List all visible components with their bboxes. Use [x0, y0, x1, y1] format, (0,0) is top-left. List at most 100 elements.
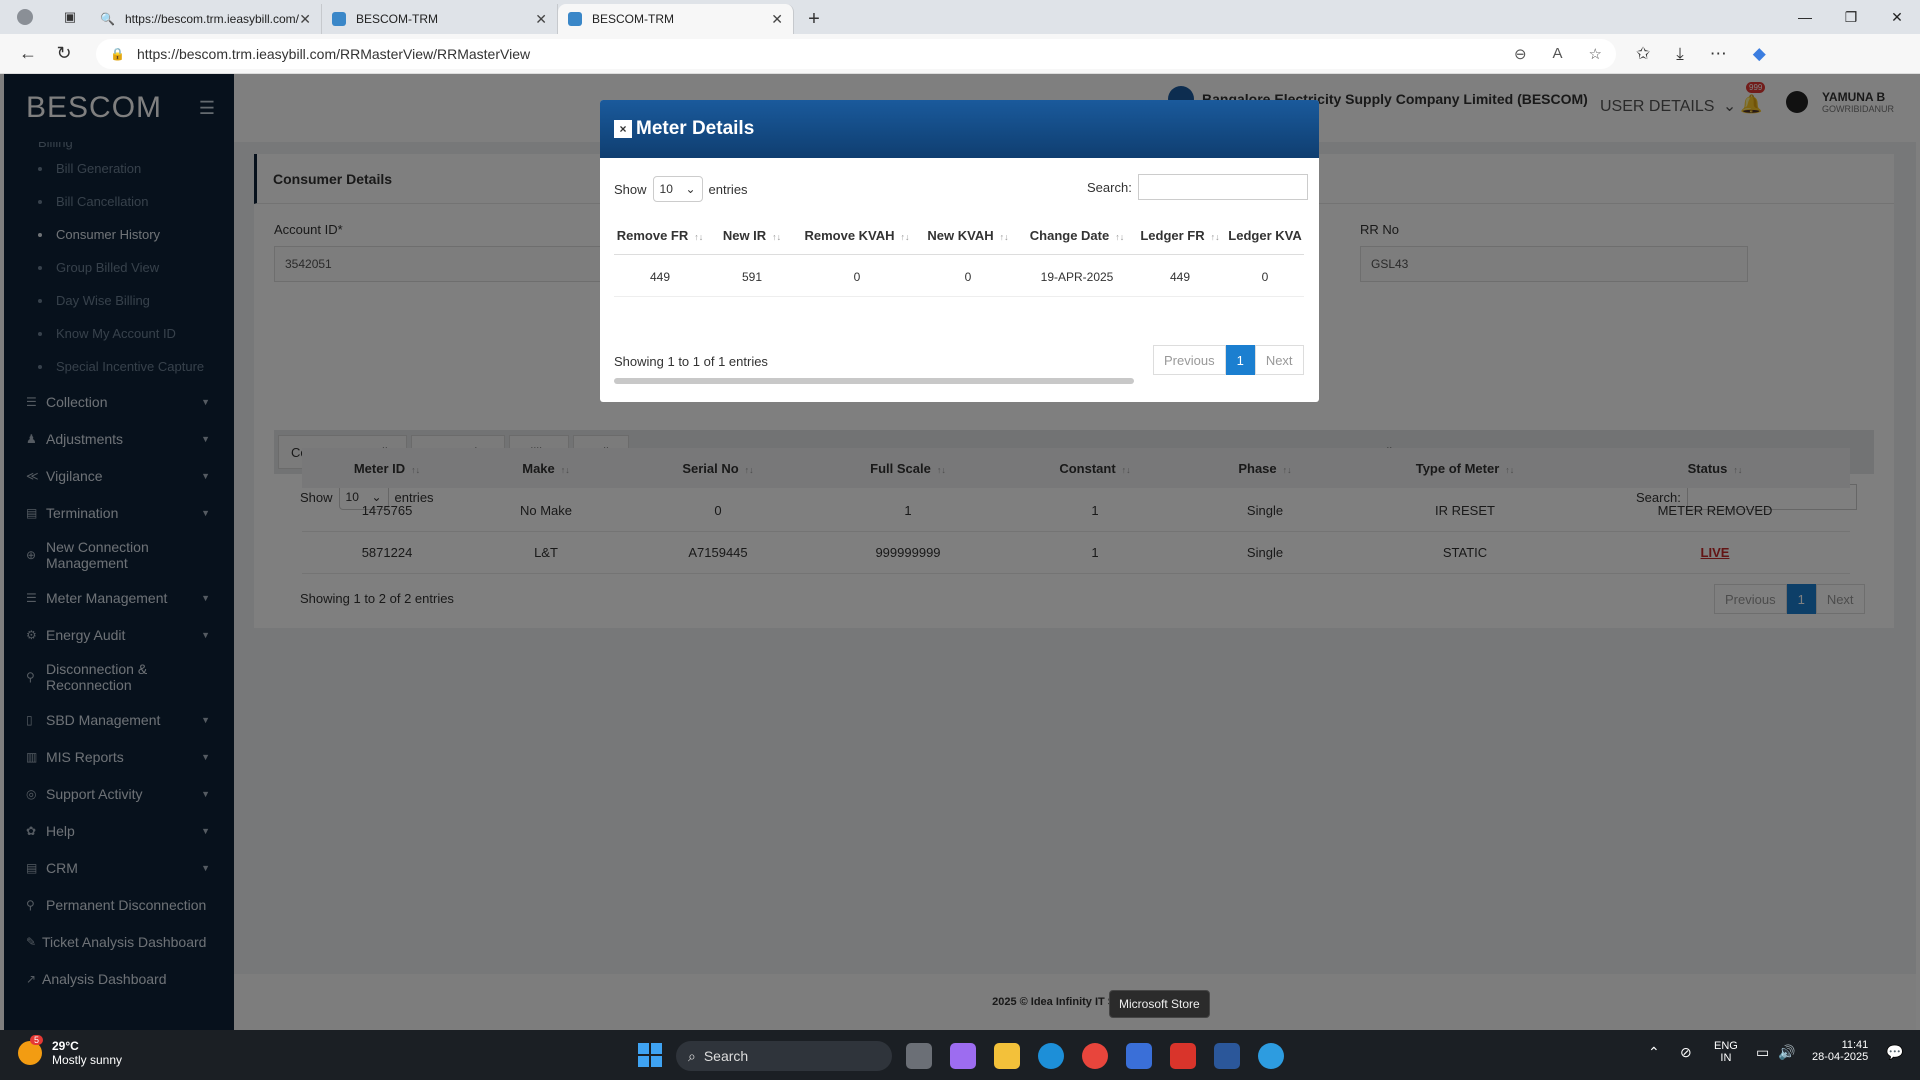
column-label: Ledger KVA — [1228, 228, 1302, 243]
weather-badge: 5 — [30, 1035, 44, 1045]
tab-title: BESCOM-TRM — [356, 12, 438, 26]
volume-icon[interactable]: 🔊 — [1778, 1044, 1795, 1061]
weather-temp: 29°C — [52, 1039, 79, 1053]
cell-remove-kvah: 0 — [853, 269, 861, 284]
app-icon[interactable] — [1258, 1043, 1284, 1069]
column-label: Ledger FR — [1140, 228, 1205, 243]
tab-actions-icon[interactable]: ▣ — [50, 0, 90, 34]
back-icon[interactable]: ← — [10, 43, 46, 64]
display-icon[interactable]: ▭ — [1756, 1044, 1769, 1061]
copilot-app-icon[interactable] — [950, 1043, 976, 1069]
modal-header: × Meter Details — [600, 100, 1319, 158]
taskbar: 5 29°C Mostly sunny ⌕ Search ⌃ ⊘ ENG IN … — [0, 1030, 1920, 1080]
cell-change-date: 19-APR-2025 — [1040, 269, 1114, 284]
tab-title: https://bescom.trm.ieasybill.com/ — [124, 12, 300, 26]
search-icon: ⌕ — [688, 1047, 696, 1064]
read-aloud-icon[interactable]: A — [1553, 45, 1563, 63]
sort-icon: ↑↓ — [900, 232, 910, 242]
column-label: New IR — [722, 228, 767, 243]
weather-widget[interactable]: 5 29°C Mostly sunny — [18, 1035, 123, 1067]
entries-select[interactable]: 10 ⌄ — [652, 176, 703, 202]
new-tab-icon[interactable]: + — [794, 4, 834, 34]
time: 11:41 — [1841, 1039, 1869, 1051]
col-ledger-kva[interactable]: Ledger KVA — [1226, 228, 1304, 243]
taskbar-search[interactable]: ⌕ Search — [676, 1041, 892, 1071]
search-icon: 🔍 — [100, 12, 115, 26]
modal-title: Meter Details — [636, 118, 755, 139]
sort-icon: ↑↓ — [1115, 232, 1125, 242]
sun-icon: 5 — [18, 1035, 44, 1065]
close-tab-icon[interactable]: ✕ — [299, 11, 311, 28]
microsoft-store-icon[interactable] — [1126, 1043, 1152, 1069]
page-1-button[interactable]: 1 — [1225, 345, 1255, 375]
network-icon[interactable]: ⊘ — [1680, 1044, 1692, 1061]
sort-icon: ↑↓ — [694, 232, 704, 242]
chrome-icon[interactable] — [1082, 1043, 1108, 1069]
file-explorer-icon[interactable] — [994, 1043, 1020, 1069]
task-view-icon[interactable] — [906, 1043, 932, 1069]
word-icon[interactable] — [1214, 1043, 1240, 1069]
browser-tab-3[interactable]: BESCOM-TRM ✕ — [558, 4, 794, 34]
app-icon[interactable] — [1170, 1043, 1196, 1069]
windows-start-icon[interactable] — [638, 1043, 662, 1067]
col-new-ir[interactable]: New IR ↑↓ — [706, 228, 798, 243]
close-tab-icon[interactable]: ✕ — [535, 11, 547, 28]
cell-new-ir: 591 — [741, 269, 763, 284]
zoom-icon[interactable]: ⊖ — [1514, 45, 1527, 63]
next-button[interactable]: Next — [1254, 345, 1304, 375]
browser-tab-2[interactable]: BESCOM-TRM ✕ — [322, 4, 558, 34]
language-indicator[interactable]: ENG IN — [1714, 1040, 1738, 1064]
window-controls: — ❐ ✕ — [1782, 0, 1920, 34]
url-text: https://bescom.trm.ieasybill.com/RRMaste… — [136, 45, 531, 62]
refresh-icon[interactable]: ↻ — [46, 43, 82, 64]
lang-label: ENG — [1714, 1040, 1738, 1052]
search-placeholder: Search — [703, 1048, 749, 1064]
profile-icon[interactable] — [0, 0, 50, 34]
browser-tab-1[interactable]: 🔍 https://bescom.trm.ieasybill.com/ ✕ — [90, 4, 322, 34]
clock[interactable]: 11:41 28-04-2025 — [1812, 1039, 1868, 1063]
taskbar-tooltip: Microsoft Store — [1109, 990, 1210, 1018]
col-ledger-fr[interactable]: Ledger FR ↑↓ — [1134, 228, 1226, 243]
minimize-icon[interactable]: — — [1782, 0, 1828, 34]
cell-remove-fr: 449 — [649, 269, 671, 284]
column-label: Remove FR — [616, 228, 689, 243]
close-window-icon[interactable]: ✕ — [1874, 0, 1920, 34]
sort-icon: ↑↓ — [1210, 232, 1220, 242]
downloads-icon[interactable]: ⤓ — [1676, 44, 1684, 64]
cell-new-kvah: 0 — [964, 269, 972, 284]
tab-title: BESCOM-TRM — [592, 12, 674, 26]
modal-table-header: Remove FR ↑↓ New IR ↑↓ Remove KVAH ↑↓ New K… — [614, 217, 1304, 255]
cell-ledger-kva: 0 — [1261, 269, 1269, 284]
edge-browser-icon[interactable] — [1038, 1043, 1064, 1069]
close-tab-icon[interactable]: ✕ — [771, 11, 783, 28]
modal-table-info: Showing 1 to 1 of 1 entries — [614, 354, 768, 369]
col-new-kvah[interactable]: New KVAH ↑↓ — [916, 228, 1020, 243]
column-label: Remove KVAH — [804, 228, 895, 243]
lock-icon[interactable]: 🔒 — [110, 47, 125, 61]
col-change-date[interactable]: Change Date ↑↓ — [1020, 228, 1134, 243]
notification-icon[interactable]: 💬 — [1886, 1044, 1903, 1061]
region-label: IN — [1720, 1052, 1732, 1064]
favorites-icon[interactable]: ✩ — [1636, 44, 1650, 64]
horizontal-scrollbar[interactable] — [614, 378, 1134, 384]
search-label: Search: — [1087, 179, 1132, 195]
address-bar[interactable]: 🔒 https://bescom.trm.ieasybill.com/RRMas… — [96, 38, 1616, 69]
weather-desc: Mostly sunny — [52, 1053, 123, 1067]
search-input[interactable] — [1137, 174, 1308, 200]
table-row: 449 591 0 0 19-APR-2025 449 0 — [614, 257, 1304, 297]
sort-icon: ↑↓ — [999, 232, 1009, 242]
bescom-favicon-icon — [568, 12, 582, 26]
sort-icon: ↑↓ — [772, 232, 782, 242]
copilot-icon[interactable]: ◆ — [1753, 44, 1766, 64]
more-icon[interactable]: ⋯ — [1710, 44, 1727, 64]
close-icon[interactable]: × — [614, 120, 632, 138]
favorite-star-icon[interactable]: ☆ — [1589, 45, 1602, 63]
modal-search: Search: — [1087, 174, 1308, 200]
cell-ledger-fr: 449 — [1169, 269, 1191, 284]
chevron-up-icon[interactable]: ⌃ — [1648, 1044, 1660, 1061]
chevron-down-icon: ⌄ — [685, 182, 696, 196]
col-remove-kvah[interactable]: Remove KVAH ↑↓ — [798, 228, 916, 243]
previous-button[interactable]: Previous — [1153, 345, 1226, 375]
col-remove-fr[interactable]: Remove FR ↑↓ — [614, 228, 706, 243]
restore-icon[interactable]: ❐ — [1828, 0, 1874, 34]
